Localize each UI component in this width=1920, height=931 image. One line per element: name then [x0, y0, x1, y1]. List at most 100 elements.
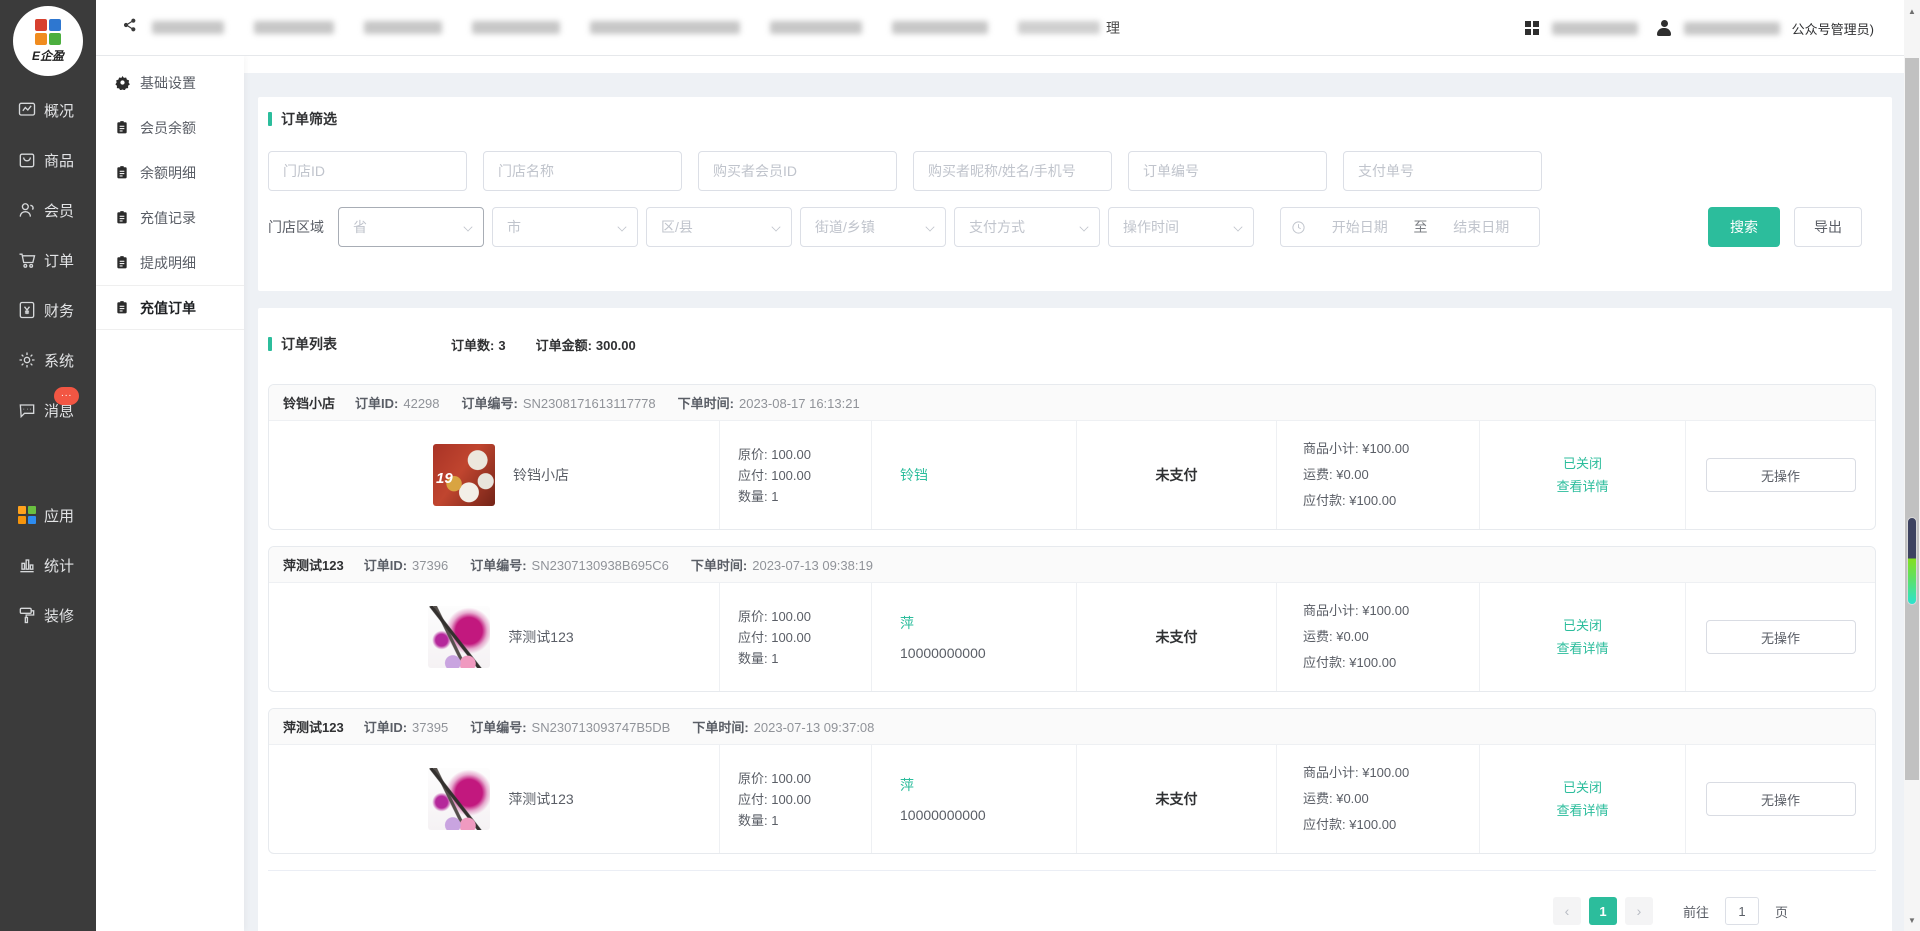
submenu-item-basic-settings[interactable]: 基础设置: [96, 60, 244, 105]
sidebar-item-decorate[interactable]: 装修: [0, 590, 96, 640]
quantity: 数量: 1: [738, 810, 871, 831]
street-select[interactable]: 街道/乡镇: [800, 207, 946, 247]
order-store-name: 铃铛小店: [283, 393, 335, 412]
order-card: 铃铛小店 订单ID:42298 订单编号:SN2308171613117778 …: [268, 384, 1876, 530]
scrollbar[interactable]: ▲ ▼: [1904, 0, 1920, 931]
redacted-nav-item[interactable]: [364, 21, 442, 34]
chevron-down-icon: [771, 222, 780, 231]
export-button[interactable]: 导出: [1794, 207, 1862, 247]
filter-selects-row: 门店区域 省 市 区/县 街道/乡镇 支付方式 操作时间 开始日期 至 结束日期…: [268, 207, 1876, 247]
view-detail-link[interactable]: 查看详情: [1556, 799, 1608, 822]
store-id-input[interactable]: [268, 151, 467, 191]
page-1-button[interactable]: 1: [1589, 897, 1617, 925]
sidebar-item-goods[interactable]: 商品: [0, 135, 96, 185]
no-action-button[interactable]: 无操作: [1706, 782, 1856, 816]
sidebar-item-overview[interactable]: 概况: [0, 85, 96, 135]
amount-cell: 商品小计: ¥100.00 运费: ¥0.00 应付款: ¥100.00: [1276, 583, 1479, 691]
sidebar-item-members[interactable]: 会员: [0, 185, 96, 235]
next-page-button[interactable]: ›: [1625, 897, 1653, 925]
province-select[interactable]: 省: [338, 207, 484, 247]
secondary-nav: 应用 统计 装修: [0, 490, 96, 640]
gear-icon: [17, 350, 37, 370]
topbar-nav: 理: [152, 18, 1130, 38]
district-select[interactable]: 区/县: [646, 207, 792, 247]
submenu-item-recharge-record[interactable]: 充值记录: [96, 195, 244, 240]
redacted-nav-item[interactable]: [254, 21, 334, 34]
redacted-account-text: [1552, 22, 1638, 35]
product-name: 萍测试123: [508, 627, 573, 647]
brand-logo: E企盈: [13, 6, 83, 76]
sidebar-item-finance[interactable]: 财务: [0, 285, 96, 335]
order-status: 已关闭: [1563, 776, 1602, 799]
bar-chart-icon: [17, 555, 37, 575]
buyer-name-phone-input[interactable]: [913, 151, 1112, 191]
divider: [268, 870, 1876, 871]
operate-time-select[interactable]: 操作时间: [1108, 207, 1254, 247]
submenu-item-member-balance[interactable]: 会员余额: [96, 105, 244, 150]
search-button[interactable]: 搜索: [1708, 207, 1780, 247]
clipboard-icon: [114, 165, 130, 181]
paint-roller-icon: [17, 605, 37, 625]
view-detail-link[interactable]: 查看详情: [1556, 475, 1608, 498]
pay-method-select[interactable]: 支付方式: [954, 207, 1100, 247]
redacted-nav-item[interactable]: [472, 21, 560, 34]
date-range-picker[interactable]: 开始日期 至 结束日期: [1280, 207, 1540, 247]
order-sn-input[interactable]: [1128, 151, 1327, 191]
city-select[interactable]: 市: [492, 207, 638, 247]
scroll-up-arrow[interactable]: ▲: [1904, 4, 1920, 18]
redacted-nav-item[interactable]: [152, 21, 224, 34]
goods-icon: [17, 150, 37, 170]
product-image-text: 19: [436, 470, 453, 487]
submenu-item-balance-detail[interactable]: 余额明细: [96, 150, 244, 195]
user-avatar-icon[interactable]: [1656, 20, 1672, 36]
store-name-input[interactable]: [483, 151, 682, 191]
scrolled-panel-remnant: [244, 56, 1904, 73]
share-icon[interactable]: [122, 17, 138, 38]
submenu-item-recharge-orders[interactable]: 充值订单: [96, 285, 244, 330]
scroll-down-arrow[interactable]: ▼: [1904, 913, 1920, 927]
topbar: 理 公众号管理员): [96, 0, 1920, 56]
sidebar-item-system[interactable]: 系统: [0, 335, 96, 385]
region-label: 门店区域: [268, 217, 330, 237]
no-action-button[interactable]: 无操作: [1706, 458, 1856, 492]
sidebar-item-apps[interactable]: 应用: [0, 490, 96, 540]
action-cell: 无操作: [1685, 583, 1875, 691]
payable-price: 应付: 100.00: [738, 789, 871, 810]
sidebar-item-messages[interactable]: 消息 ...: [0, 385, 96, 435]
redacted-nav-item[interactable]: [770, 21, 862, 34]
filter-title: 订单筛选: [268, 109, 1876, 129]
scrollbar-thumb[interactable]: [1905, 58, 1919, 780]
submenu-item-commission-detail[interactable]: 提成明细: [96, 240, 244, 285]
product-image: [428, 768, 490, 830]
apps-launcher-icon[interactable]: [1525, 21, 1540, 36]
goto-page-input[interactable]: [1725, 897, 1759, 925]
sidebar-item-stats[interactable]: 统计: [0, 540, 96, 590]
order-card-header: 铃铛小店 订单ID:42298 订单编号:SN2308171613117778 …: [269, 385, 1875, 421]
view-detail-link[interactable]: 查看详情: [1556, 637, 1608, 660]
admin-role-text: 公众号管理员): [1792, 19, 1874, 38]
order-card-body: 萍测试123 原价: 100.00 应付: 100.00 数量: 1 萍 100…: [269, 745, 1875, 853]
original-price: 原价: 100.00: [738, 768, 871, 789]
chat-icon: [17, 400, 37, 420]
prev-page-button[interactable]: ‹: [1553, 897, 1581, 925]
redacted-nav-item[interactable]: [1018, 21, 1100, 34]
sidebar-item-orders[interactable]: 订单: [0, 235, 96, 285]
title-accent-bar: [268, 112, 272, 126]
product-image: [428, 606, 490, 668]
product-cell: 19 铃铛小店: [269, 421, 719, 529]
redacted-nav-item[interactable]: [590, 21, 740, 34]
redacted-nav-item[interactable]: [892, 21, 988, 34]
chevron-down-icon: [617, 222, 626, 231]
order-id: 订单ID:37395: [364, 717, 449, 736]
payable-price: 应付: 100.00: [738, 465, 871, 486]
topbar-right: 公众号管理员): [1525, 0, 1874, 56]
quantity: 数量: 1: [738, 486, 871, 507]
main-content: 订单筛选 门店区域 省 市 区/县 街道/乡镇 支付方式 操作时间: [244, 56, 1904, 931]
apps-icon: [17, 505, 37, 525]
payment-sn-input[interactable]: [1343, 151, 1542, 191]
buyer-phone: 10000000000: [900, 645, 1076, 661]
no-action-button[interactable]: 无操作: [1706, 620, 1856, 654]
buyer-member-id-input[interactable]: [698, 151, 897, 191]
price-cell: 原价: 100.00 应付: 100.00 数量: 1: [719, 583, 871, 691]
quantity: 数量: 1: [738, 648, 871, 669]
